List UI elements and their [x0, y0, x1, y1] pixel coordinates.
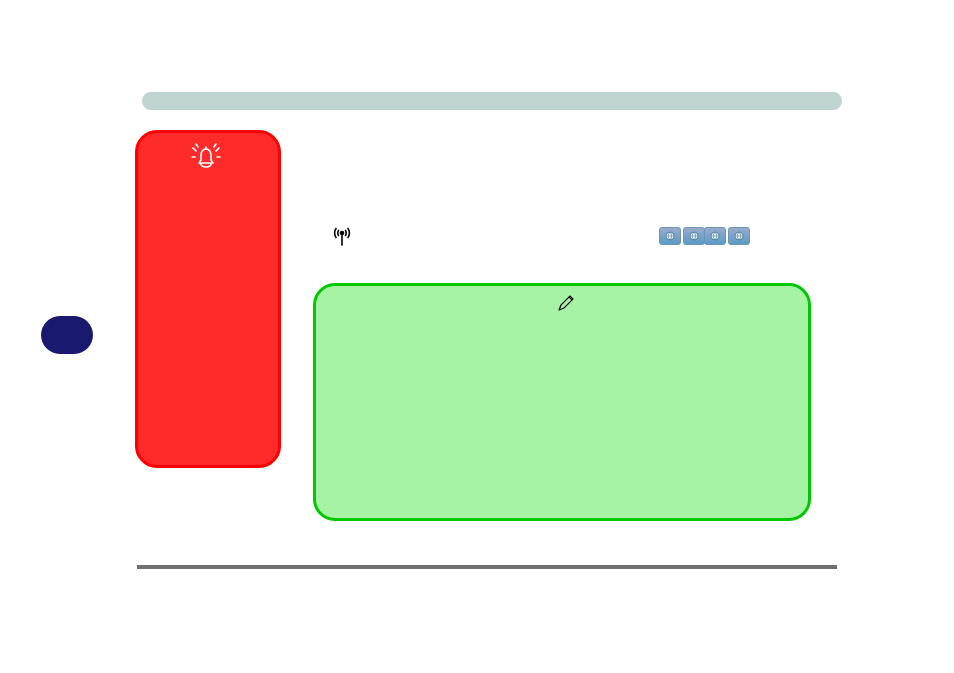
- green-panel: [313, 283, 811, 521]
- globe-badge-icon: [659, 227, 681, 245]
- top-bar: [142, 92, 842, 110]
- antenna-icon: [330, 225, 354, 249]
- globe-badge-icon: [728, 227, 750, 245]
- blue-pill: [41, 316, 93, 354]
- bell-icon: [190, 141, 222, 173]
- badge-pair-2: [704, 227, 750, 245]
- globe-badge-icon: [683, 227, 705, 245]
- badge-pair-1: [659, 227, 705, 245]
- bottom-rule: [137, 565, 837, 569]
- red-panel: [135, 130, 281, 468]
- globe-badge-icon: [704, 227, 726, 245]
- pen-icon: [556, 293, 576, 313]
